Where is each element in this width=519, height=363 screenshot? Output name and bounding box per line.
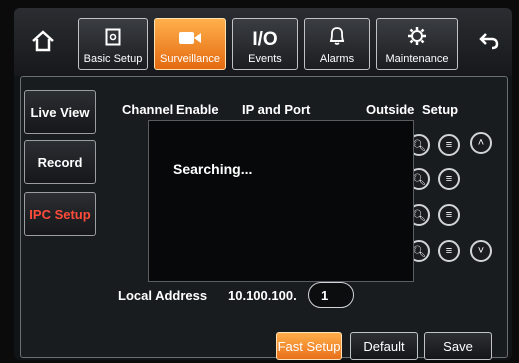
- sidebar-item-record[interactable]: Record: [24, 140, 96, 184]
- local-address-value: 1: [321, 287, 329, 303]
- tab-surveillance[interactable]: Surveillance: [154, 18, 226, 70]
- tab-maintenance[interactable]: Maintenance: [376, 18, 458, 70]
- camera-icon: [178, 29, 202, 51]
- tab-label: Alarms: [319, 53, 355, 65]
- list-button[interactable]: ≡: [438, 240, 460, 262]
- button-label: Save: [443, 338, 473, 354]
- button-label: Default: [363, 338, 405, 354]
- tab-label: Surveillance: [160, 53, 220, 65]
- document-icon: [105, 28, 121, 51]
- tab-basic-setup[interactable]: Basic Setup: [78, 18, 148, 70]
- list-button[interactable]: ≡: [438, 204, 460, 226]
- list-icon: ≡: [445, 209, 453, 221]
- button-label: Fast Setup: [277, 338, 341, 354]
- column-header-enable: Enable: [176, 102, 219, 117]
- column-header-outside: Outside: [366, 102, 415, 117]
- column-header-channel: Channel: [122, 102, 174, 117]
- search-icon: 🔍︎: [412, 173, 426, 186]
- tab-label: Events: [248, 53, 282, 65]
- search-icon: 🔍︎: [412, 139, 426, 152]
- local-address-input[interactable]: 1: [308, 282, 354, 308]
- list-icon: ≡: [445, 173, 453, 185]
- save-button[interactable]: Save: [424, 332, 492, 360]
- tab-label: Maintenance: [385, 53, 449, 65]
- dialog-message: Searching...: [173, 161, 253, 177]
- tab-label: Basic Setup: [83, 53, 143, 65]
- chevron-down-icon: ˅: [477, 245, 485, 257]
- dvr-screen: Basic Setup Surveillance I/O Events Alar…: [14, 8, 512, 360]
- sidebar-item-label: IPC Setup: [29, 206, 91, 222]
- fast-setup-button[interactable]: Fast Setup: [276, 332, 342, 360]
- local-address-label: Local Address: [118, 288, 208, 303]
- top-navigation-bar: Basic Setup Surveillance I/O Events Alar…: [14, 8, 512, 76]
- chevron-up-icon: ˄: [477, 137, 485, 149]
- bell-icon: [328, 26, 346, 51]
- local-address-prefix: 10.100.100.: [228, 288, 297, 303]
- back-arrow-icon[interactable]: [474, 26, 504, 56]
- searching-dialog: Searching...: [148, 120, 414, 282]
- sidebar-item-live-view[interactable]: Live View: [24, 90, 96, 134]
- column-header-setup: Setup: [422, 102, 459, 117]
- gear-icon: [407, 26, 427, 51]
- list-icon: ≡: [445, 245, 453, 257]
- sidebar-item-label: Record: [37, 154, 83, 170]
- column-header-ip-and-port: IP and Port: [242, 102, 311, 117]
- scroll-down-button[interactable]: ˅: [470, 240, 492, 262]
- scroll-up-button[interactable]: ˄: [470, 132, 492, 154]
- sidebar-item-label: Live View: [30, 104, 90, 120]
- list-button[interactable]: ≡: [438, 168, 460, 190]
- list-button[interactable]: ≡: [438, 134, 460, 156]
- search-icon: 🔍︎: [412, 245, 426, 258]
- default-button[interactable]: Default: [350, 332, 418, 360]
- io-icon: I/O: [252, 29, 278, 50]
- tab-alarms[interactable]: Alarms: [304, 18, 370, 70]
- list-icon: ≡: [445, 139, 453, 151]
- search-icon: 🔍︎: [412, 209, 426, 222]
- sidebar-item-ipc-setup[interactable]: IPC Setup: [24, 192, 96, 236]
- home-icon[interactable]: [28, 26, 58, 56]
- tab-events[interactable]: I/O Events: [232, 18, 298, 70]
